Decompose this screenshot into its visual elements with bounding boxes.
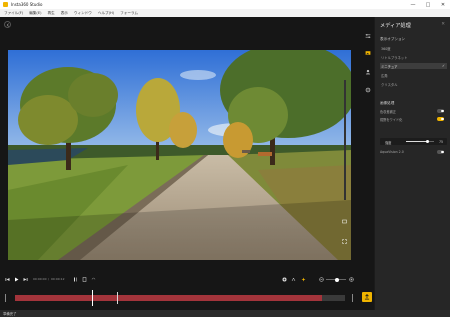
add-circle-icon: [282, 277, 286, 281]
reframe-button[interactable]: [290, 276, 296, 282]
reframe-icon: [291, 276, 295, 281]
add-keyframe-button[interactable]: [281, 276, 287, 282]
zoom-in-icon: [348, 276, 354, 282]
chromatic-aberration-row: 色収差補正: [380, 108, 447, 114]
gear-icon: [365, 87, 370, 92]
ai-edit-button[interactable]: [300, 276, 306, 282]
strength-value: 75: [438, 139, 443, 144]
video-frame[interactable]: [8, 50, 351, 260]
window-title: Insta360 Studio: [11, 2, 43, 7]
view-option-wide[interactable]: 広角: [380, 72, 447, 78]
media-tool-button[interactable]: [364, 49, 371, 56]
ratio-icon: [341, 219, 347, 223]
previous-frame-button[interactable]: [4, 276, 10, 282]
media-processing-panel: メディア処理 ✕ 表示オプション 360度 リトルプラネット ミニチュア ✓ 広角…: [375, 17, 450, 310]
view-option-little-planet[interactable]: リトルプラネット: [380, 54, 447, 60]
mark-out-button[interactable]: [81, 276, 87, 282]
title-bar: Insta360 Studio — □ ✕: [0, 0, 450, 9]
menu-file[interactable]: ファイル(F): [4, 11, 23, 16]
strength-slider-box: 強度 75: [380, 138, 447, 145]
empty-track: [322, 295, 345, 301]
people-icon: [365, 69, 370, 74]
play-button[interactable]: [13, 276, 19, 282]
skip-forward-icon: [23, 277, 27, 281]
tool-rail: [361, 17, 374, 272]
skip-back-icon: [5, 277, 9, 281]
zoom-slider[interactable]: [326, 277, 346, 282]
adjust-tool-button[interactable]: [364, 32, 371, 39]
park-scene-image: [8, 50, 351, 260]
maximize-button[interactable]: □: [421, 0, 435, 9]
panel-close-icon[interactable]: ✕: [441, 22, 445, 27]
view-options-heading: 表示オプション: [380, 37, 406, 41]
zoom-in-button[interactable]: [348, 276, 354, 282]
status-bar: 準備完了: [0, 310, 450, 317]
fullscreen-button[interactable]: [341, 238, 347, 244]
widen-view-toggle[interactable]: [437, 117, 444, 121]
menu-window[interactable]: ウィンドウ: [74, 11, 92, 16]
menu-edit[interactable]: 編集(E): [29, 11, 41, 16]
panel-title: メディア処理: [380, 23, 411, 29]
aquavision-toggle[interactable]: [437, 150, 444, 154]
zoom-out-button[interactable]: [318, 276, 324, 282]
fullscreen-icon: [341, 238, 347, 244]
strength-label: 強度: [385, 140, 392, 145]
strength-slider-fill: [406, 141, 427, 142]
sparkle-icon: [301, 277, 305, 281]
menu-playback[interactable]: 再生: [48, 11, 55, 16]
chevron-left-icon: [6, 22, 9, 27]
zoom-out-icon: [318, 276, 324, 282]
mark-out-icon: [82, 276, 86, 282]
image-processing-heading: 画像処理: [380, 101, 395, 105]
trim-marker[interactable]: [117, 292, 118, 304]
menu-forum[interactable]: フォーラム: [120, 11, 138, 16]
playback-controls: 00:00:00 / 00:00:12: [0, 272, 374, 286]
export-button[interactable]: [362, 292, 372, 302]
view-option-miniature[interactable]: ミニチュア ✓: [380, 63, 447, 69]
loop-button[interactable]: [90, 276, 96, 282]
timeline-end-handle[interactable]: [352, 294, 354, 302]
minimize-button[interactable]: —: [406, 0, 420, 9]
image-icon: [365, 50, 370, 55]
mark-in-button[interactable]: [72, 276, 78, 282]
chromatic-aberration-toggle[interactable]: [437, 109, 444, 113]
view-option-crystal[interactable]: クリスタル: [380, 81, 447, 87]
menu-bar: ファイル(F) 編集(E) 再生 表示 ウィンドウ ヘルプ(H) フォーラム: [0, 9, 450, 17]
mark-in-icon: [73, 277, 77, 281]
close-window-button[interactable]: ✕: [436, 0, 450, 9]
menu-help[interactable]: ヘルプ(H): [98, 11, 114, 16]
view-option-360[interactable]: 360度: [380, 45, 447, 51]
widen-view-row: 視野をワイド化: [380, 116, 447, 122]
timeline: [0, 286, 374, 310]
timeline-start-handle[interactable]: [5, 294, 7, 302]
next-frame-button[interactable]: [22, 276, 28, 282]
aspect-ratio-button[interactable]: [341, 218, 347, 224]
total-time: 00:00:12: [51, 277, 65, 281]
clip-track[interactable]: [15, 295, 322, 301]
current-time: 00:00:00: [33, 277, 47, 281]
back-button[interactable]: [4, 21, 11, 28]
aquavision-row: AquaVision 2.0: [380, 149, 447, 155]
export-icon: [364, 294, 370, 300]
strength-slider-knob[interactable]: [425, 140, 429, 143]
play-icon: [14, 277, 18, 281]
people-tool-button[interactable]: [364, 68, 371, 75]
zoom-slider-knob[interactable]: [335, 277, 339, 282]
checkmark-icon: ✓: [441, 64, 445, 68]
media-viewer: [0, 17, 374, 272]
sliders-icon: [365, 33, 370, 38]
app-logo-icon: [3, 2, 8, 7]
status-text: 準備完了: [3, 312, 17, 316]
menu-view[interactable]: 表示: [61, 11, 68, 16]
loop-icon: [91, 277, 95, 280]
playhead[interactable]: [91, 290, 93, 306]
settings-tool-button[interactable]: [364, 86, 371, 93]
